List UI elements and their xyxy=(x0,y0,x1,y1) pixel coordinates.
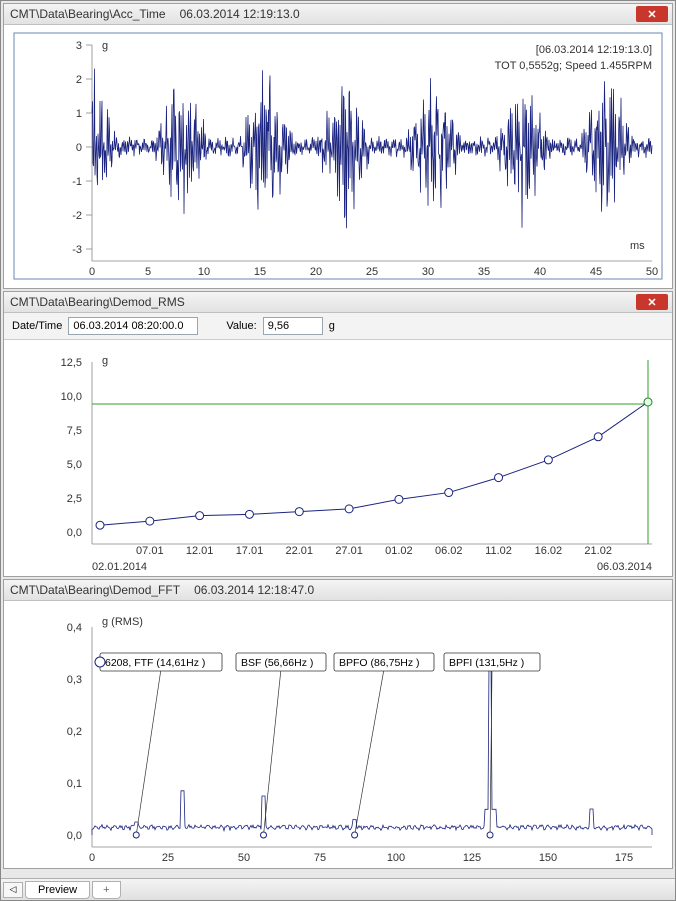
value-label: Value: xyxy=(226,320,256,332)
value-unit: g xyxy=(329,320,335,332)
svg-text:30: 30 xyxy=(422,266,434,278)
svg-text:01.02: 01.02 xyxy=(385,545,413,557)
svg-text:10: 10 xyxy=(198,266,210,278)
svg-text:0,4: 0,4 xyxy=(67,622,82,634)
svg-text:17.01: 17.01 xyxy=(236,545,264,557)
panel-title-3: CMT\Data\Bearing\Demod_FFT 06.03.2014 12… xyxy=(4,580,672,601)
svg-text:25: 25 xyxy=(366,266,378,278)
panel-path-1: CMT\Data\Bearing\Acc_Time xyxy=(10,7,166,21)
tab-add[interactable]: + xyxy=(92,881,120,899)
x-start-date: 02.01.2014 xyxy=(92,561,147,573)
svg-text:-1: -1 xyxy=(72,176,82,188)
panel-path-3: CMT\Data\Bearing\Demod_FFT xyxy=(10,583,180,597)
svg-text:15: 15 xyxy=(254,266,266,278)
svg-text:50: 50 xyxy=(238,852,250,864)
svg-text:5,0: 5,0 xyxy=(67,459,82,471)
svg-text:35: 35 xyxy=(478,266,490,278)
svg-text:175: 175 xyxy=(615,852,633,864)
svg-text:100: 100 xyxy=(387,852,405,864)
svg-text:75: 75 xyxy=(314,852,326,864)
tab-preview[interactable]: Preview xyxy=(25,881,90,899)
date-input[interactable] xyxy=(68,317,198,335)
panel-path-2: CMT\Data\Bearing\Demod_RMS xyxy=(10,295,185,309)
info-line-2: TOT 0,5552g; Speed 1.455RPM xyxy=(495,60,652,72)
value-input[interactable] xyxy=(263,317,323,335)
tab-scroll-left[interactable]: ◁ xyxy=(3,882,23,898)
ylabel-1: g xyxy=(102,40,108,52)
info-line-1: [06.03.2014 12:19:13.0] xyxy=(536,44,652,56)
ylabel-2: g xyxy=(102,355,108,367)
panel-title-1: CMT\Data\Bearing\Acc_Time 06.03.2014 12:… xyxy=(4,4,672,25)
ylabel-3: g (RMS) xyxy=(102,616,143,628)
chart-demod-rms[interactable]: 0,0 2,5 5,0 7,5 10,0 12,5 g 07.01 12.01 17… xyxy=(4,340,672,576)
svg-text:45: 45 xyxy=(590,266,602,278)
svg-text:06.02: 06.02 xyxy=(435,545,463,557)
svg-text:3: 3 xyxy=(76,40,82,52)
svg-text:21.02: 21.02 xyxy=(584,545,612,557)
panel-acc-time: CMT\Data\Bearing\Acc_Time 06.03.2014 12:… xyxy=(3,3,673,289)
svg-text:12,5: 12,5 xyxy=(61,357,82,369)
svg-text:40: 40 xyxy=(534,266,546,278)
svg-text:0,2: 0,2 xyxy=(67,726,82,738)
close-button-2[interactable]: ✕ xyxy=(636,294,668,310)
svg-text:0,0: 0,0 xyxy=(67,830,82,842)
panel-title-2: CMT\Data\Bearing\Demod_RMS ✕ xyxy=(4,292,672,313)
tab-bar: ◁ Preview + xyxy=(1,878,675,900)
svg-text:25: 25 xyxy=(162,852,174,864)
svg-text:0,0: 0,0 xyxy=(67,527,82,539)
panel-demod-rms: CMT\Data\Bearing\Demod_RMS ✕ Date/Time V… xyxy=(3,291,673,577)
x-end-date: 06.03.2014 xyxy=(597,561,652,573)
svg-text:12.01: 12.01 xyxy=(186,545,214,557)
svg-text:BSF (56,66Hz ): BSF (56,66Hz ) xyxy=(241,657,313,669)
svg-text:-3: -3 xyxy=(72,244,82,256)
svg-text:0,1: 0,1 xyxy=(67,778,82,790)
close-button-1[interactable]: ✕ xyxy=(636,6,668,22)
svg-text:BPFI (131,5Hz ): BPFI (131,5Hz ) xyxy=(449,657,524,669)
svg-text:11.02: 11.02 xyxy=(485,545,512,557)
svg-text:125: 125 xyxy=(463,852,481,864)
panel-timestamp-3: 06.03.2014 12:18:47.0 xyxy=(194,583,314,597)
panel-timestamp-1: 06.03.2014 12:19:13.0 xyxy=(180,7,300,21)
svg-text:BPFO (86,75Hz ): BPFO (86,75Hz ) xyxy=(339,657,420,669)
svg-text:0: 0 xyxy=(76,142,82,154)
svg-text:6208, FTF (14,61Hz ): 6208, FTF (14,61Hz ) xyxy=(105,657,205,669)
chart-acc-time[interactable]: -3 -2 -1 0 1 2 3 0 5 10 15 20 25 30 35 4… xyxy=(4,25,672,287)
svg-text:0: 0 xyxy=(89,266,95,278)
svg-text:5: 5 xyxy=(145,266,151,278)
svg-text:22.01: 22.01 xyxy=(286,545,314,557)
svg-text:50: 50 xyxy=(646,266,658,278)
chart-demod-fft[interactable]: 0,0 0,1 0,2 0,3 0,4 0 25 50 75 100 125 1… xyxy=(4,601,672,867)
xlabel-1: ms xyxy=(630,240,645,252)
svg-text:2,5: 2,5 xyxy=(67,493,82,505)
svg-text:07.01: 07.01 xyxy=(136,545,164,557)
svg-text:10,0: 10,0 xyxy=(61,391,82,403)
svg-text:0,3: 0,3 xyxy=(67,674,82,686)
svg-text:2: 2 xyxy=(76,74,82,86)
panel-demod-fft: CMT\Data\Bearing\Demod_FFT 06.03.2014 12… xyxy=(3,579,673,869)
toolbar-demod-rms: Date/Time Value: g xyxy=(4,313,672,340)
svg-text:-2: -2 xyxy=(72,210,82,222)
date-label: Date/Time xyxy=(12,320,62,332)
svg-text:0: 0 xyxy=(89,852,95,864)
svg-text:1: 1 xyxy=(76,108,82,120)
svg-text:150: 150 xyxy=(539,852,557,864)
svg-text:16.02: 16.02 xyxy=(535,545,563,557)
svg-text:20: 20 xyxy=(310,266,322,278)
svg-text:7,5: 7,5 xyxy=(67,425,82,437)
svg-text:27.01: 27.01 xyxy=(335,545,363,557)
